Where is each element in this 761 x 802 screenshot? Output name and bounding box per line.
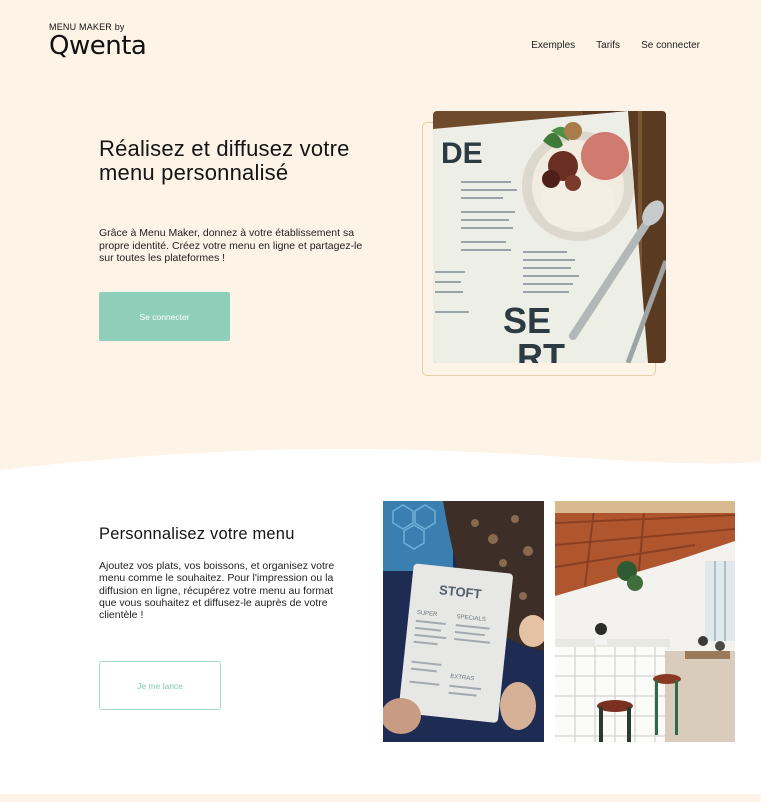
- hero-description: Grâce à Menu Maker, donnez à votre établ…: [99, 227, 363, 264]
- nav-link-exemples[interactable]: Exemples: [531, 40, 575, 51]
- brand-wordmark: Qwenta: [49, 31, 147, 61]
- footer-strip: [0, 794, 761, 802]
- brand-logo[interactable]: MENU MAKER by Qwenta: [49, 22, 147, 61]
- hero-title: Réalisez et diffusez votre menu personna…: [99, 136, 350, 185]
- menu-in-hands-image: STOFT SUPER SPECIALS EXTRAS: [383, 501, 544, 742]
- hero-dessert-menu-image: DE SE RT: [433, 111, 666, 363]
- menu-word-de: DE: [441, 137, 483, 170]
- section-wave-divider: [0, 448, 761, 480]
- customize-title: Personnalisez votre menu: [99, 525, 295, 543]
- nav-link-tarifs[interactable]: Tarifs: [596, 40, 620, 51]
- menu-word-rt: RT: [517, 336, 565, 363]
- nav-link-login[interactable]: Se connecter: [641, 40, 700, 51]
- menu-word-se: SE: [503, 300, 551, 341]
- login-button[interactable]: Se connecter: [99, 292, 230, 341]
- restaurant-interior-image: [555, 501, 735, 742]
- main-nav: Exemples Tarifs Se connecter: [531, 40, 700, 51]
- get-started-button[interactable]: Je me lance: [99, 661, 221, 710]
- customize-description: Ajoutez vos plats, vos boissons, et orga…: [99, 560, 335, 622]
